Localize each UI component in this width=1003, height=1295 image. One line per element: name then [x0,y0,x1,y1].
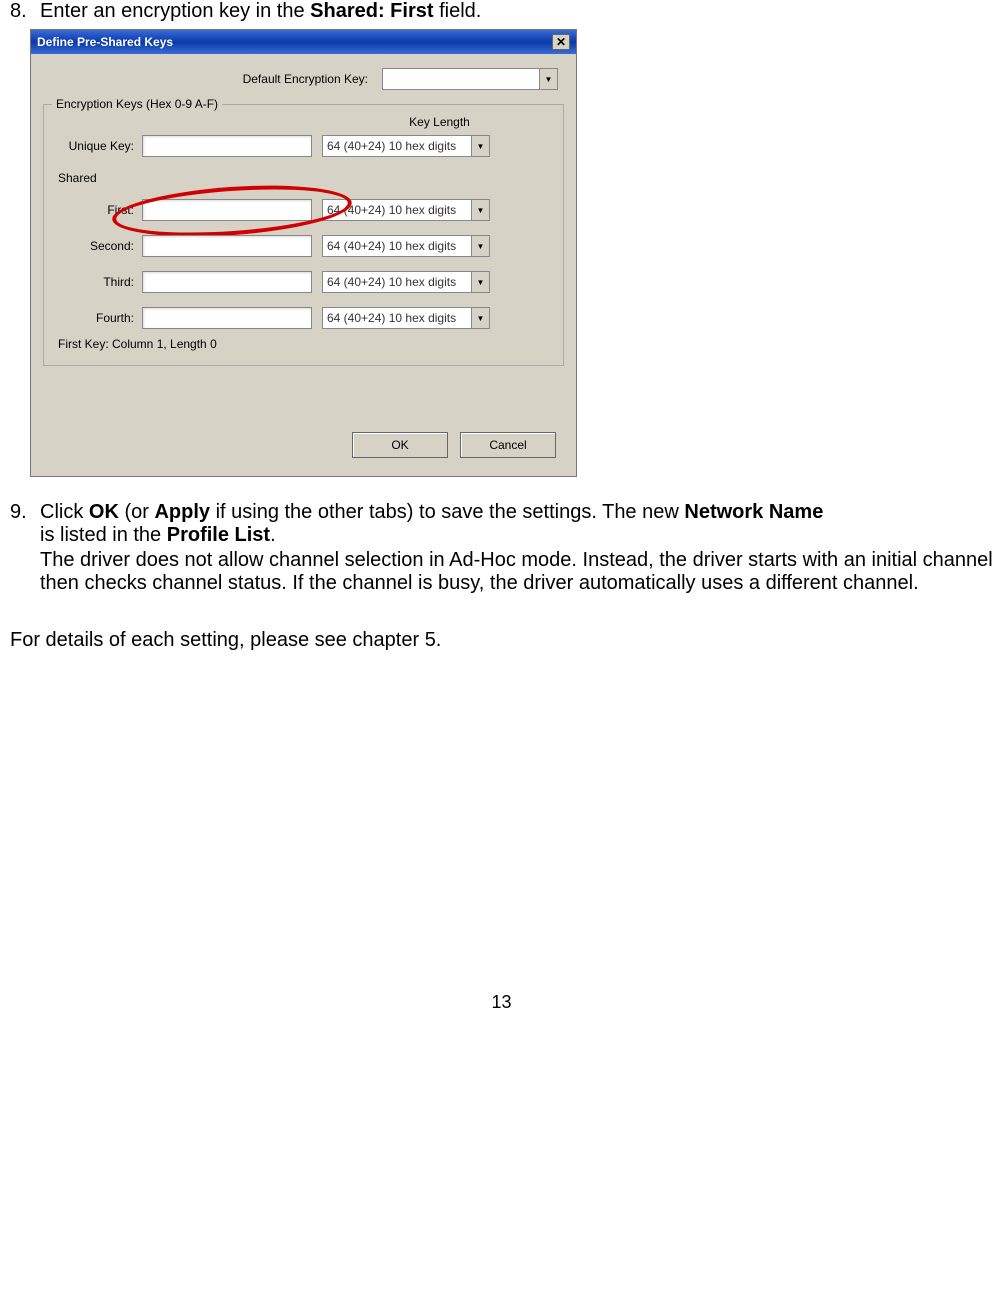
step-8-text-pre: Enter an encryption key in the [40,0,310,22]
step-8: 8. Enter an encryption key in the Shared… [10,0,993,23]
chevron-down-icon: ▼ [471,236,489,256]
chevron-down-icon: ▼ [471,136,489,156]
s9-t4: is listed in the [40,524,167,546]
shared-label: Shared [58,171,555,185]
s9-b1: OK [89,501,119,523]
chevron-down-icon: ▼ [471,272,489,292]
encryption-keys-fieldset: Encryption Keys (Hex 0-9 A-F) Key Length… [43,104,564,366]
step-8-body: Enter an encryption key in the Shared: F… [40,0,993,23]
step-8-bold: Shared: First [310,0,433,22]
s9-b4: Profile List [167,524,270,546]
s9-b3: Network Name [684,501,823,523]
shared-second-length-select[interactable]: 64 (40+24) 10 hex digits ▼ [322,235,490,257]
default-encryption-label: Default Encryption Key: [243,72,376,86]
unique-key-length-select[interactable]: 64 (40+24) 10 hex digits ▼ [322,135,490,157]
shared-second-length-value: 64 (40+24) 10 hex digits [327,239,456,253]
step-9-number: 9. [10,501,40,595]
step-8-number: 8. [10,0,40,23]
step-8-text-post: field. [434,0,482,22]
unique-key-label: Unique Key: [52,139,142,153]
cancel-button-label: Cancel [489,438,526,452]
cancel-button[interactable]: Cancel [460,432,556,458]
first-label: First: [52,203,142,217]
status-line: First Key: Column 1, Length 0 [58,337,555,351]
chevron-down-icon: ▼ [539,69,557,89]
s9-para2: The driver does not allow channel select… [40,549,993,595]
unique-key-length-value: 64 (40+24) 10 hex digits [327,139,456,153]
shared-third-input[interactable] [142,271,312,293]
key-length-header: Key Length [324,115,555,129]
dialog-window: Define Pre-Shared Keys ✕ Default Encrypt… [30,29,577,477]
close-icon: ✕ [556,35,566,49]
shared-second-input[interactable] [142,235,312,257]
ok-button-label: OK [391,438,408,452]
step-9: 9. Click OK (or Apply if using the other… [10,501,993,595]
s9-t5: . [270,524,276,546]
s9-b2: Apply [154,501,210,523]
shared-first-length-select[interactable]: 64 (40+24) 10 hex digits ▼ [322,199,490,221]
shared-fourth-length-select[interactable]: 64 (40+24) 10 hex digits ▼ [322,307,490,329]
third-label: Third: [52,275,142,289]
fieldset-legend: Encryption Keys (Hex 0-9 A-F) [52,97,222,111]
dialog-title: Define Pre-Shared Keys [37,35,173,49]
default-encryption-select[interactable]: ▼ [382,68,558,90]
chevron-down-icon: ▼ [471,200,489,220]
close-button[interactable]: ✕ [552,34,570,50]
shared-fourth-length-value: 64 (40+24) 10 hex digits [327,311,456,325]
page-number: 13 [10,992,993,1013]
unique-key-input[interactable] [142,135,312,157]
titlebar: Define Pre-Shared Keys ✕ [31,30,576,54]
s9-t1: Click [40,501,89,523]
details-line: For details of each setting, please see … [10,629,993,652]
chevron-down-icon: ▼ [471,308,489,328]
ok-button[interactable]: OK [352,432,448,458]
shared-third-length-select[interactable]: 64 (40+24) 10 hex digits ▼ [322,271,490,293]
step-9-body: Click OK (or Apply if using the other ta… [40,501,993,595]
second-label: Second: [52,239,142,253]
shared-first-length-value: 64 (40+24) 10 hex digits [327,203,456,217]
shared-first-input[interactable] [142,199,312,221]
s9-t2: (or [119,501,155,523]
shared-fourth-input[interactable] [142,307,312,329]
s9-t3: if using the other tabs) to save the set… [210,501,684,523]
fourth-label: Fourth: [52,311,142,325]
shared-third-length-value: 64 (40+24) 10 hex digits [327,275,456,289]
